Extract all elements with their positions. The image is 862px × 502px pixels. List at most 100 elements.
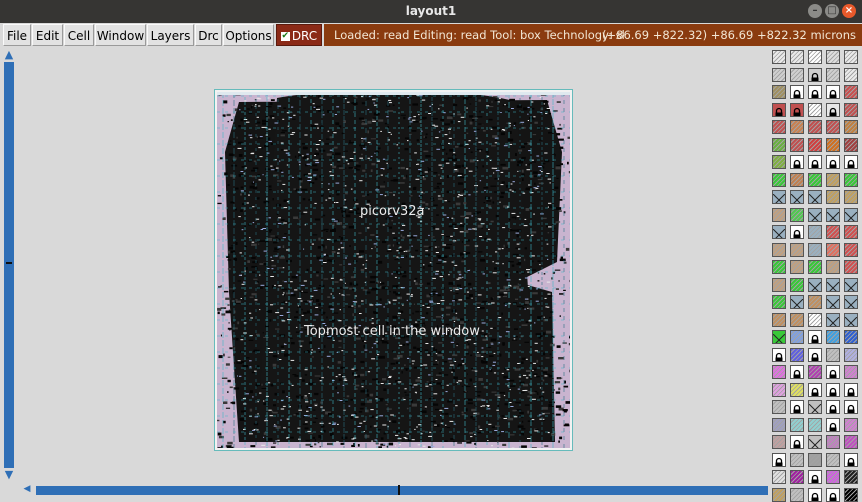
layer-cross-icon[interactable] <box>790 295 804 309</box>
layer-swatch[interactable] <box>844 103 858 117</box>
layer-lock-icon[interactable] <box>808 470 822 484</box>
layer-swatch[interactable] <box>808 260 822 274</box>
layer-swatch[interactable] <box>772 208 786 222</box>
layer-lock-icon[interactable] <box>790 103 804 117</box>
layer-swatch[interactable] <box>790 243 804 257</box>
layer-swatch[interactable] <box>826 225 840 239</box>
layer-swatch[interactable] <box>790 278 804 292</box>
layer-swatch[interactable] <box>790 208 804 222</box>
maximize-icon[interactable]: □ <box>825 4 839 18</box>
layer-swatch[interactable] <box>790 120 804 134</box>
layer-cross-icon[interactable] <box>808 278 822 292</box>
layer-cross-icon[interactable] <box>808 208 822 222</box>
layer-lock-icon[interactable] <box>844 453 858 467</box>
layer-lock-icon[interactable] <box>790 400 804 414</box>
layer-swatch[interactable] <box>844 138 858 152</box>
drc-toggle-button[interactable]: ✔DRC <box>276 24 322 46</box>
layer-swatch[interactable] <box>844 225 858 239</box>
layer-cross-icon[interactable] <box>826 278 840 292</box>
layer-cross-icon[interactable] <box>772 330 786 344</box>
layer-swatch[interactable] <box>844 435 858 449</box>
menu-edit[interactable]: Edit <box>32 24 63 46</box>
layer-swatch[interactable] <box>772 435 786 449</box>
layer-swatch[interactable] <box>790 453 804 467</box>
scroll-up-arrow-icon[interactable]: ▲ <box>2 48 16 62</box>
layer-swatch[interactable] <box>826 138 840 152</box>
layer-swatch[interactable] <box>808 365 822 379</box>
layer-cross-icon[interactable] <box>790 190 804 204</box>
layer-lock-icon[interactable] <box>772 453 786 467</box>
layer-swatch[interactable] <box>772 50 786 64</box>
layer-lock-icon[interactable] <box>826 155 840 169</box>
layer-swatch[interactable] <box>808 138 822 152</box>
layer-swatch[interactable] <box>772 173 786 187</box>
layer-swatch[interactable] <box>808 103 822 117</box>
menu-layers[interactable]: Layers <box>147 24 194 46</box>
layer-swatch[interactable] <box>844 418 858 432</box>
minimize-icon[interactable]: – <box>808 4 822 18</box>
layer-swatch[interactable] <box>808 313 822 327</box>
layer-lock-icon[interactable] <box>790 155 804 169</box>
layer-swatch[interactable] <box>772 155 786 169</box>
close-icon[interactable]: × <box>842 4 856 18</box>
layer-swatch[interactable] <box>844 68 858 82</box>
layer-swatch[interactable] <box>772 85 786 99</box>
layer-cross-icon[interactable] <box>808 400 822 414</box>
layer-swatch[interactable] <box>772 365 786 379</box>
layer-swatch[interactable] <box>826 243 840 257</box>
layer-swatch[interactable] <box>790 68 804 82</box>
layer-swatch[interactable] <box>808 173 822 187</box>
layer-swatch[interactable] <box>808 120 822 134</box>
layer-swatch[interactable] <box>844 85 858 99</box>
layer-swatch[interactable] <box>844 470 858 484</box>
layer-lock-icon[interactable] <box>808 85 822 99</box>
layer-swatch[interactable] <box>844 50 858 64</box>
layer-swatch[interactable] <box>790 138 804 152</box>
layer-lock-icon[interactable] <box>790 435 804 449</box>
layer-lock-icon[interactable] <box>772 348 786 362</box>
layer-cross-icon[interactable] <box>844 208 858 222</box>
layer-swatch[interactable] <box>772 260 786 274</box>
layer-lock-icon[interactable] <box>790 225 804 239</box>
layer-swatch[interactable] <box>826 190 840 204</box>
layer-swatch[interactable] <box>844 365 858 379</box>
layer-lock-icon[interactable] <box>826 365 840 379</box>
layer-swatch[interactable] <box>772 243 786 257</box>
layer-swatch[interactable] <box>844 190 858 204</box>
layer-swatch[interactable] <box>826 260 840 274</box>
horizontal-scroll-track[interactable] <box>36 486 768 495</box>
layer-swatch[interactable] <box>772 68 786 82</box>
vertical-scroll-track[interactable] <box>4 62 14 468</box>
layer-lock-icon[interactable] <box>790 365 804 379</box>
layer-lock-icon[interactable] <box>808 330 822 344</box>
layer-swatch[interactable] <box>790 50 804 64</box>
layer-swatch[interactable] <box>844 120 858 134</box>
layer-swatch[interactable] <box>826 50 840 64</box>
layer-lock-icon[interactable] <box>826 383 840 397</box>
layer-cross-icon[interactable] <box>844 295 858 309</box>
layer-lock-icon[interactable] <box>844 155 858 169</box>
layer-swatch[interactable] <box>826 120 840 134</box>
layer-swatch[interactable] <box>790 260 804 274</box>
layer-swatch[interactable] <box>808 243 822 257</box>
layer-swatch[interactable] <box>826 453 840 467</box>
scroll-left-arrow-icon[interactable]: ◀ <box>20 482 34 496</box>
layer-swatch[interactable] <box>808 225 822 239</box>
layer-swatch[interactable] <box>772 295 786 309</box>
layer-swatch[interactable] <box>826 173 840 187</box>
layer-swatch[interactable] <box>844 173 858 187</box>
menu-drc[interactable]: Drc <box>195 24 222 46</box>
layer-cross-icon[interactable] <box>826 208 840 222</box>
layer-swatch[interactable] <box>772 138 786 152</box>
layer-swatch[interactable] <box>772 313 786 327</box>
layer-swatch[interactable] <box>844 243 858 257</box>
layout-canvas[interactable]: picorv32a Topmost cell in the window <box>18 48 770 484</box>
horizontal-scrollbar[interactable]: ◀ <box>2 484 768 495</box>
layer-cross-icon[interactable] <box>844 278 858 292</box>
layer-swatch[interactable] <box>790 348 804 362</box>
vertical-scrollbar[interactable]: ▲ ▼ <box>2 48 16 484</box>
layer-swatch[interactable] <box>790 470 804 484</box>
layer-lock-icon[interactable] <box>772 103 786 117</box>
layer-lock-icon[interactable] <box>844 400 858 414</box>
layer-lock-icon[interactable] <box>808 383 822 397</box>
